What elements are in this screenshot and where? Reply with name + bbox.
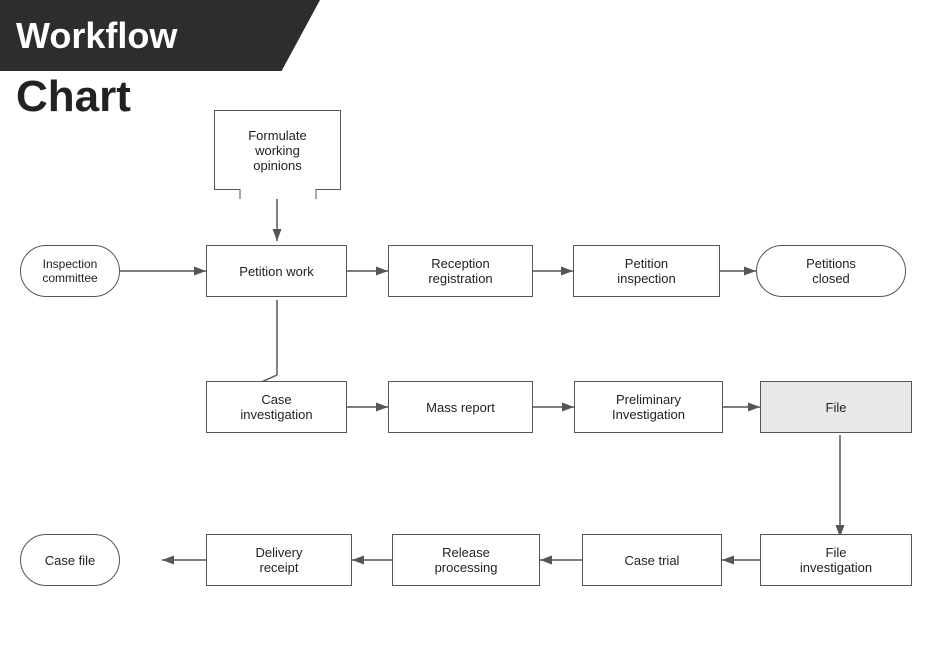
reception-registration-label: Reception registration (428, 256, 492, 286)
header-title: Workflow (16, 18, 177, 54)
node-file: File (760, 381, 912, 433)
petition-work-label: Petition work (239, 264, 313, 279)
node-reception-registration: Reception registration (388, 245, 533, 297)
case-trial-label: Case trial (625, 553, 680, 568)
preliminary-investigation-label: Preliminary Investigation (612, 392, 685, 422)
node-release-processing: Release processing (392, 534, 540, 586)
node-case-trial: Case trial (582, 534, 722, 586)
case-file-label: Case file (45, 553, 96, 568)
flowchart: Workflow Chart (0, 0, 936, 666)
node-delivery-receipt: Delivery receipt (206, 534, 352, 586)
node-case-file: Case file (20, 534, 120, 586)
node-petitions-closed: Petitions closed (756, 245, 906, 297)
node-petition-inspection: Petition inspection (573, 245, 720, 297)
node-formulate: Formulate working opinions (214, 110, 341, 190)
formulate-label: Formulate working opinions (248, 128, 307, 173)
petition-inspection-label: Petition inspection (617, 256, 676, 286)
node-file-investigation: File investigation (760, 534, 912, 586)
node-petition-work: Petition work (206, 245, 347, 297)
node-case-investigation: Case investigation (206, 381, 347, 433)
node-inspection-committee: Inspection committee (20, 245, 120, 297)
petitions-closed-label: Petitions closed (806, 256, 856, 286)
node-preliminary-investigation: Preliminary Investigation (574, 381, 723, 433)
node-mass-report: Mass report (388, 381, 533, 433)
mass-report-label: Mass report (426, 400, 495, 415)
case-investigation-label: Case investigation (240, 392, 312, 422)
file-investigation-label: File investigation (800, 545, 872, 575)
release-processing-label: Release processing (435, 545, 498, 575)
file-label: File (826, 400, 847, 415)
delivery-receipt-label: Delivery receipt (256, 545, 303, 575)
inspection-committee-label: Inspection committee (42, 257, 97, 285)
header-bar: Workflow (0, 0, 320, 71)
chart-label: Chart (16, 72, 131, 122)
